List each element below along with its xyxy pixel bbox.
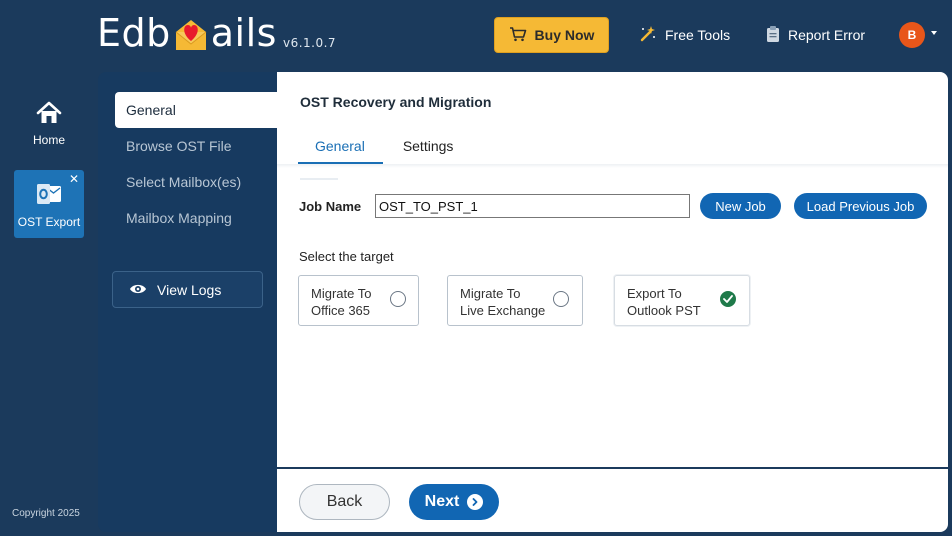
target-live-exchange-text: Migrate To Live Exchange [460, 285, 545, 319]
logo-text-prefix: Edb [97, 11, 171, 55]
copyright-text: Copyright 2025 [12, 508, 80, 519]
logo-text-suffix: ails [210, 11, 277, 55]
radio-live-exchange[interactable] [553, 291, 569, 307]
buy-now-button[interactable]: Buy Now [494, 17, 609, 53]
cart-icon [509, 26, 527, 45]
step-browse-ost-file[interactable]: Browse OST File [115, 128, 277, 164]
radio-outlook-pst[interactable] [720, 291, 736, 307]
target-line-1: Migrate To [460, 286, 521, 301]
tab-general[interactable]: General [298, 134, 383, 164]
app-version: v6.1.0.7 [282, 36, 337, 50]
radio-office-365[interactable] [390, 291, 406, 307]
ost-export-label: OST Export [17, 215, 81, 229]
magic-wand-icon [639, 25, 657, 46]
home-nav-button[interactable]: Home [14, 100, 84, 160]
load-previous-job-button[interactable]: Load Previous Job [794, 193, 927, 219]
target-office-365-text: Migrate To Office 365 [311, 285, 371, 319]
target-line-1: Migrate To [311, 286, 372, 301]
edbmails-logo: Edb ails v6.1.0.7 [97, 14, 336, 52]
report-error-link[interactable]: Report Error [766, 24, 865, 46]
target-live-exchange[interactable]: Migrate To Live Exchange [447, 275, 583, 326]
step-general[interactable]: General [115, 92, 277, 128]
ost-export-nav-button[interactable]: ✕ OST Export [14, 170, 84, 238]
tab-divider [277, 164, 948, 168]
user-avatar[interactable]: B [899, 22, 925, 48]
home-icon [35, 100, 63, 129]
next-label: Next [424, 493, 460, 510]
target-line-1: Export To [627, 286, 682, 301]
step-mailbox-mapping[interactable]: Mailbox Mapping [115, 200, 277, 236]
logo-mail-icon [172, 16, 210, 52]
free-tools-label: Free Tools [665, 27, 731, 43]
home-label: Home [32, 133, 65, 147]
target-line-2: Outlook PST [627, 303, 701, 318]
divider [300, 178, 338, 180]
select-target-label: Select the target [299, 249, 394, 264]
tab-settings[interactable]: Settings [383, 134, 474, 164]
job-name-input[interactable] [375, 194, 690, 218]
close-icon[interactable]: ✕ [69, 172, 79, 186]
check-icon [723, 295, 733, 303]
free-tools-link[interactable]: Free Tools [639, 24, 730, 46]
target-outlook-pst[interactable]: Export To Outlook PST [614, 275, 750, 326]
target-office-365[interactable]: Migrate To Office 365 [298, 275, 419, 326]
target-line-2: Office 365 [311, 303, 371, 318]
wizard-footer: Back Next [277, 469, 948, 532]
outlook-icon [36, 182, 62, 209]
report-error-label: Report Error [788, 27, 866, 43]
chevron-right-icon [467, 494, 484, 510]
next-button[interactable]: Next [409, 484, 499, 520]
view-logs-label: View Logs [157, 281, 222, 298]
new-job-button[interactable]: New Job [700, 193, 781, 219]
buy-now-label: Buy Now [534, 27, 595, 43]
wizard-steps-panel: General Browse OST File Select Mailbox(e… [98, 72, 277, 532]
view-logs-button[interactable]: View Logs [112, 271, 263, 308]
page-title: OST Recovery and Migration [300, 94, 492, 110]
top-bar: Edb ails v6.1.0.7 Buy Now Free Tools Rep… [0, 0, 952, 72]
chevron-down-icon[interactable] [931, 31, 937, 35]
target-line-2: Live Exchange [460, 303, 546, 318]
tab-bar: General Settings [298, 134, 473, 164]
clipboard-icon [766, 25, 780, 46]
step-select-mailboxes[interactable]: Select Mailbox(es) [115, 164, 277, 200]
target-outlook-pst-text: Export To Outlook PST [627, 285, 701, 319]
back-button[interactable]: Back [299, 484, 390, 520]
eye-icon [129, 282, 147, 298]
main-content-panel: OST Recovery and Migration General Setti… [277, 72, 948, 467]
job-name-label: Job Name [299, 199, 362, 214]
